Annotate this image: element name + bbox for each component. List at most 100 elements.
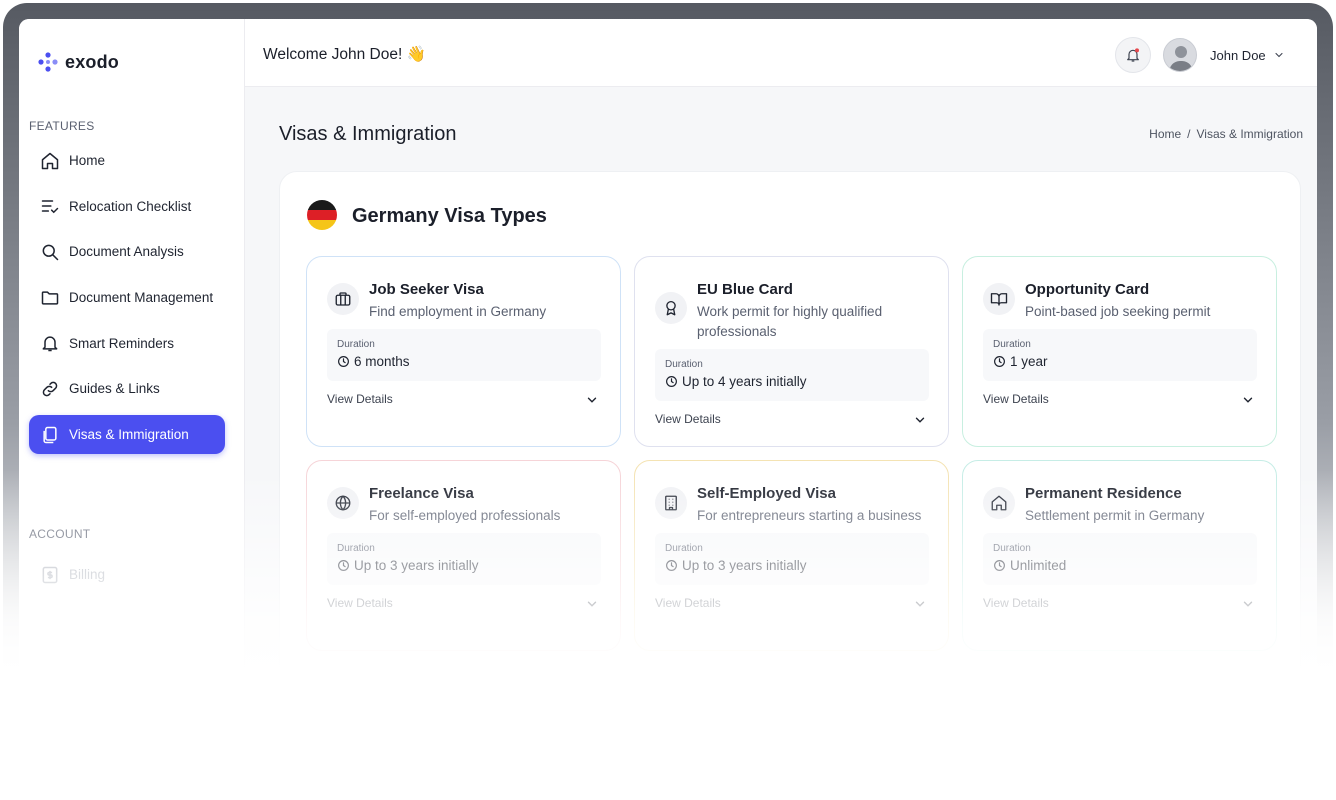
sidebar-item-label: Document Management — [69, 290, 214, 306]
clock-icon — [666, 376, 677, 387]
view-details-link[interactable]: View Details — [655, 596, 721, 610]
chevron-down-icon[interactable] — [585, 597, 599, 611]
visa-card-job-seeker[interactable]: Job Seeker Visa Find employment in Germa… — [306, 256, 621, 447]
chevron-down-icon[interactable] — [1241, 393, 1255, 407]
view-details-link[interactable]: View Details — [983, 596, 1049, 610]
chevron-down-icon[interactable] — [1241, 597, 1255, 611]
duration-value: Up to 3 years initially — [337, 558, 479, 573]
duration-box: Duration 1 year — [983, 329, 1257, 381]
clock-icon — [666, 560, 677, 571]
bell-icon — [42, 336, 58, 352]
duration-text: Up to 3 years initially — [354, 558, 479, 573]
card-title: Self-Employed Visa — [697, 485, 836, 502]
card-description: Settlement permit in Germany — [1025, 508, 1205, 523]
duration-text: Up to 4 years initially — [682, 374, 807, 389]
card-icon — [327, 283, 359, 315]
bell-icon — [1127, 48, 1139, 62]
duration-value: Up to 4 years initially — [665, 374, 807, 389]
clock-icon — [994, 560, 1005, 571]
logo-icon — [38, 52, 58, 72]
card-title: EU Blue Card — [697, 281, 793, 298]
card-icon — [327, 487, 359, 519]
duration-text: 1 year — [1010, 354, 1048, 369]
breadcrumb-current: Visas & Immigration — [1196, 127, 1303, 141]
account-nav: Billing — [29, 555, 225, 601]
sidebar-item-label: Smart Reminders — [69, 335, 175, 351]
clock-icon — [338, 560, 349, 571]
sidebar-item-label: Visas & Immigration — [69, 427, 189, 443]
logo[interactable]: exodo — [37, 51, 119, 73]
chevron-down-icon[interactable] — [913, 597, 927, 611]
award-icon — [666, 300, 676, 316]
duration-value: 1 year — [993, 354, 1048, 369]
duration-label: Duration — [337, 339, 375, 350]
duration-box: Duration 6 months — [327, 329, 601, 381]
card-description: For self-employed professionals — [369, 508, 561, 523]
top-bar: Welcome John Doe! 👋 John Doe — [245, 19, 1317, 87]
card-description: Find employment in Germany — [369, 304, 547, 319]
chevron-down-icon[interactable] — [1273, 49, 1285, 61]
account-label: ACCOUNT — [29, 527, 91, 541]
device-frame: exodo FEATURES Home Relocation Checklist… — [3, 3, 1333, 703]
documents-icon — [43, 426, 57, 443]
home-icon — [41, 152, 59, 169]
chevron-down-icon[interactable] — [585, 393, 599, 407]
duration-label: Duration — [337, 543, 375, 554]
sidebar-item-label: Billing — [69, 567, 106, 582]
billing-icon — [42, 566, 58, 583]
visa-card-permanent-residence[interactable]: Permanent Residence Settlement permit in… — [962, 460, 1277, 651]
sidebar-item-smart-reminders[interactable]: Smart Reminders — [29, 324, 225, 363]
features-label: FEATURES — [29, 119, 95, 133]
duration-text: Unlimited — [1010, 558, 1067, 573]
visa-card-freelance[interactable]: Freelance Visa For self-employed profess… — [306, 460, 621, 651]
visa-card-self-employed[interactable]: Self-Employed Visa For entrepreneurs sta… — [634, 460, 949, 651]
card-icon — [983, 487, 1015, 519]
view-details-link[interactable]: View Details — [655, 412, 721, 426]
sidebar-nav: Home Relocation Checklist Document Analy… — [29, 141, 225, 461]
house-icon — [991, 495, 1007, 511]
sidebar-item-relocation-checklist[interactable]: Relocation Checklist — [29, 187, 225, 226]
card-icon — [983, 283, 1015, 315]
visa-types-panel: Germany Visa Types Job Seeker Visa Find … — [279, 171, 1301, 703]
duration-box: Duration Unlimited — [983, 533, 1257, 585]
view-details-link[interactable]: View Details — [327, 392, 393, 406]
clock-icon — [994, 356, 1005, 367]
duration-value: Unlimited — [993, 558, 1066, 573]
search-icon — [42, 244, 59, 261]
book-icon — [990, 293, 1008, 306]
duration-label: Duration — [665, 543, 703, 554]
user-name[interactable]: John Doe — [1210, 48, 1266, 63]
duration-box: Duration Up to 4 years initially — [655, 349, 929, 401]
sidebar-item-guides-links[interactable]: Guides & Links — [29, 369, 225, 408]
breadcrumb-separator: / — [1187, 127, 1191, 141]
sidebar-item-label: Guides & Links — [69, 381, 160, 397]
sidebar-item-document-management[interactable]: Document Management — [29, 278, 225, 317]
card-description: For entrepreneurs starting a business — [697, 508, 922, 523]
link-icon — [42, 381, 58, 397]
app-window: exodo FEATURES Home Relocation Checklist… — [19, 19, 1317, 703]
panel-title: Germany Visa Types — [352, 205, 547, 227]
sidebar-item-billing[interactable]: Billing — [29, 555, 225, 594]
breadcrumb-home[interactable]: Home — [1149, 127, 1181, 141]
sidebar-item-document-analysis[interactable]: Document Analysis — [29, 232, 225, 271]
view-details-link[interactable]: View Details — [327, 596, 393, 610]
sidebar-item-visas-immigration[interactable]: Visas & Immigration — [29, 415, 225, 455]
notifications-button[interactable] — [1115, 37, 1151, 73]
sidebar-item-label: Document Analysis — [69, 244, 184, 260]
sidebar-item-home[interactable]: Home — [29, 141, 225, 180]
card-title: Permanent Residence — [1025, 485, 1182, 502]
duration-label: Duration — [665, 359, 703, 370]
germany-flag-icon — [307, 200, 337, 230]
folder-icon — [41, 290, 59, 305]
page-title: Visas & Immigration — [279, 123, 457, 145]
visa-card-eu-blue-card[interactable]: EU Blue Card Work permit for highly qual… — [634, 256, 949, 447]
visa-card-opportunity-card[interactable]: Opportunity Card Point-based job seeking… — [962, 256, 1277, 447]
avatar[interactable] — [1163, 38, 1197, 72]
sidebar-item-label: Home — [69, 153, 106, 168]
view-details-link[interactable]: View Details — [983, 392, 1049, 406]
logo-text: exodo — [65, 51, 120, 72]
chevron-down-icon[interactable] — [913, 413, 927, 427]
card-icon — [655, 487, 687, 519]
user-avatar-icon — [1169, 46, 1193, 71]
card-description: Point-based job seeking permit — [1025, 304, 1211, 319]
